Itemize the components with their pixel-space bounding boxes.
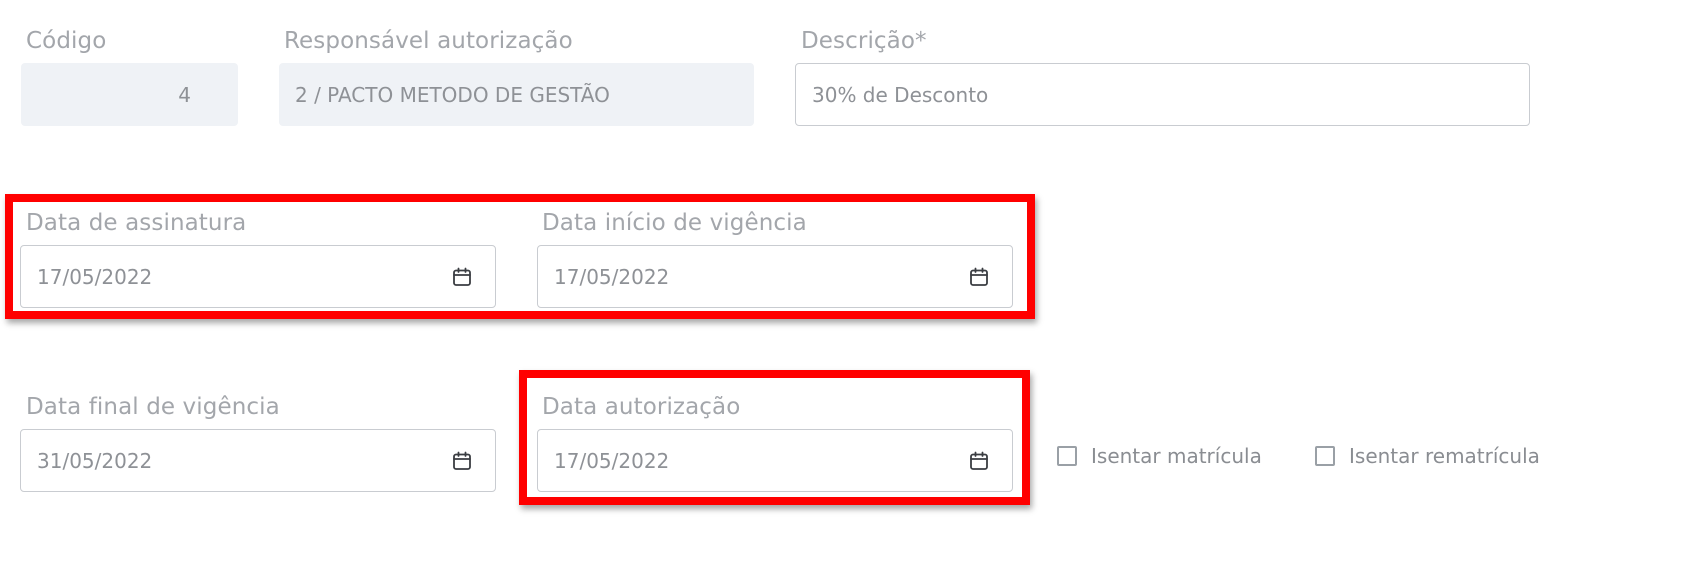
responsavel-label: Responsável autorização	[284, 28, 573, 54]
calendar-icon[interactable]	[451, 450, 473, 472]
checkbox-box[interactable]	[1057, 446, 1077, 466]
highlight-box-dates	[5, 194, 1035, 319]
responsavel-value: 2 / PACTO METODO DE GESTÃO	[295, 82, 610, 107]
isentar-rematricula-checkbox[interactable]: Isentar rematrícula	[1315, 444, 1540, 468]
codigo-field: 4	[21, 63, 238, 126]
highlight-box-authorization-date	[519, 370, 1030, 505]
descricao-value: 30% de Desconto	[812, 82, 989, 107]
isentar-matricula-checkbox[interactable]: Isentar matrícula	[1057, 444, 1262, 468]
codigo-label: Código	[26, 28, 107, 54]
codigo-value: 4	[178, 82, 191, 107]
descricao-label: Descrição*	[801, 28, 927, 54]
data-final-vigencia-field[interactable]: 31/05/2022	[20, 429, 496, 492]
data-final-vigencia-value: 31/05/2022	[37, 448, 153, 473]
data-final-vigencia-label: Data final de vigência	[26, 394, 280, 420]
checkbox-box[interactable]	[1315, 446, 1335, 466]
descricao-field[interactable]: 30% de Desconto	[795, 63, 1530, 126]
isentar-rematricula-label: Isentar rematrícula	[1349, 444, 1540, 468]
isentar-matricula-label: Isentar matrícula	[1091, 444, 1262, 468]
responsavel-field: 2 / PACTO METODO DE GESTÃO	[279, 63, 754, 126]
